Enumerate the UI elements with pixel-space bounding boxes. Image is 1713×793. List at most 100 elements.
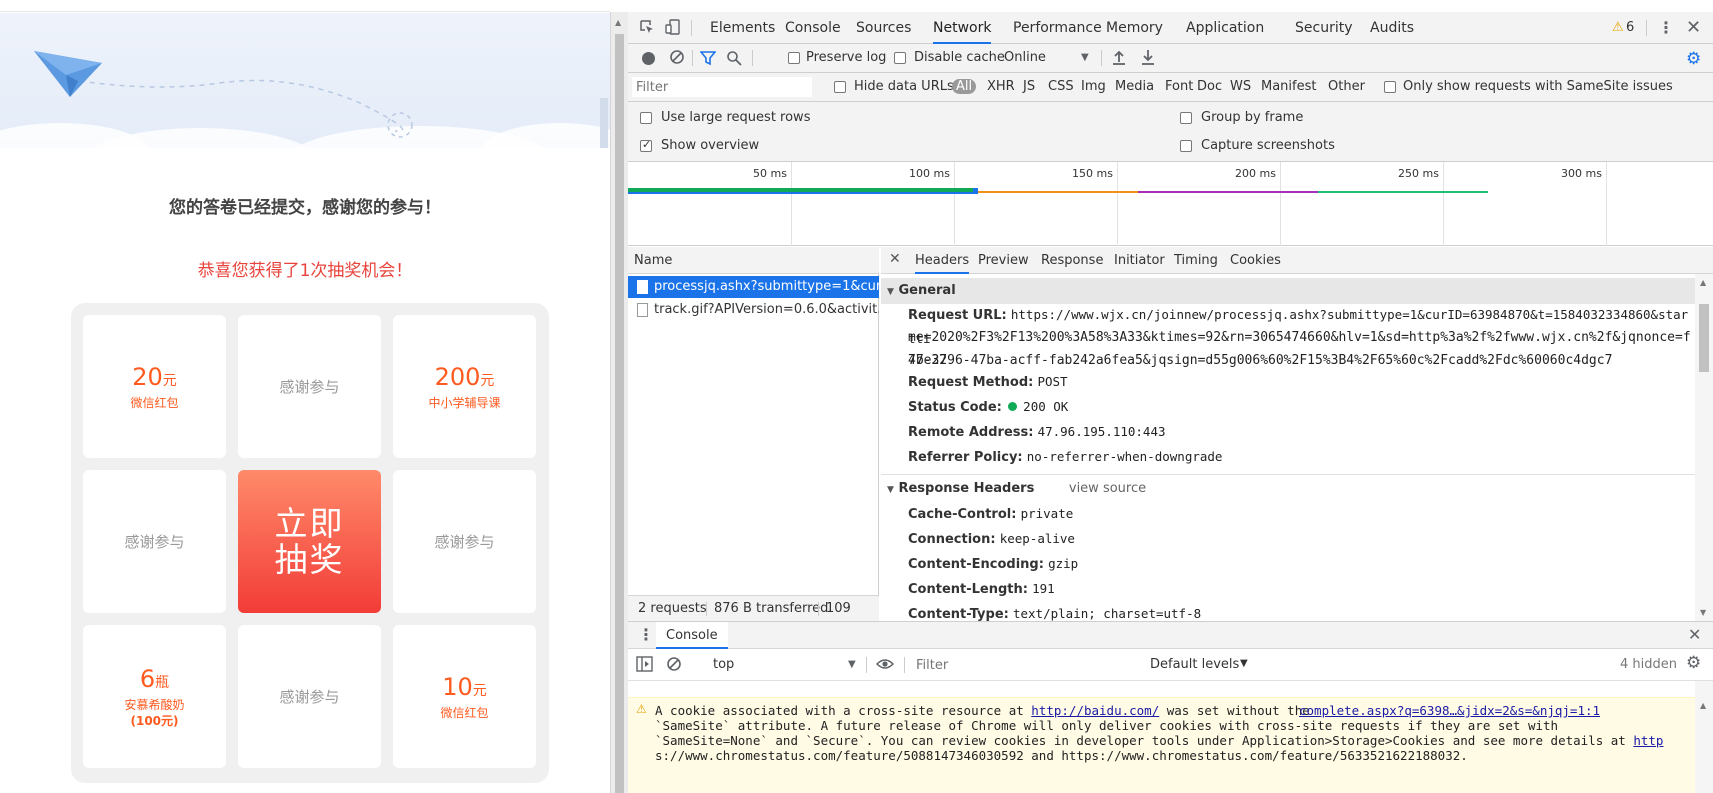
- hide-data-urls-checkbox[interactable]: [834, 81, 846, 93]
- name-column-header[interactable]: Name: [628, 247, 879, 274]
- close-detail-icon[interactable]: ✕: [889, 251, 901, 267]
- filter-icon[interactable]: [700, 50, 716, 66]
- inspect-element-icon[interactable]: [638, 18, 656, 36]
- throttling-select[interactable]: Online: [1004, 50, 1046, 65]
- view-source-link[interactable]: view source: [1069, 481, 1146, 496]
- clear-icon[interactable]: [669, 49, 685, 65]
- samesite-issues-checkbox[interactable]: [1384, 81, 1396, 93]
- hide-data-urls-label[interactable]: Hide data URLs: [854, 79, 954, 94]
- preserve-log-checkbox[interactable]: [788, 52, 800, 64]
- record-icon[interactable]: [642, 52, 655, 65]
- detail-scrollbar[interactable]: ▲ ▼: [1695, 274, 1713, 621]
- samesite-issues-label[interactable]: Only show requests with SameSite issues: [1403, 79, 1673, 94]
- filter-type-manifest[interactable]: Manifest: [1261, 79, 1316, 94]
- log-levels-select[interactable]: Default levels: [1150, 657, 1239, 672]
- tab-application[interactable]: Application: [1186, 12, 1264, 44]
- group-by-frame-checkbox[interactable]: [1180, 112, 1192, 124]
- close-devtools-icon[interactable]: ✕: [1686, 17, 1701, 38]
- filter-type-font[interactable]: Font: [1165, 79, 1193, 94]
- network-settings-gear-icon[interactable]: ⚙: [1686, 49, 1701, 69]
- console-scrollbar[interactable]: ▲: [1695, 681, 1713, 793]
- detail-tab-timing[interactable]: Timing: [1174, 247, 1218, 274]
- filter-type-other[interactable]: Other: [1328, 79, 1365, 94]
- page-scrollbar[interactable]: ▲: [610, 12, 628, 793]
- filter-type-doc[interactable]: Doc: [1197, 79, 1222, 94]
- tab-console[interactable]: Console: [785, 12, 841, 44]
- console-toolbar: top ▼ Default levels ▼ 4 hidden ⚙: [628, 649, 1713, 681]
- filter-input[interactable]: [632, 77, 812, 97]
- show-sidebar-icon[interactable]: [636, 656, 653, 676]
- warning-icon[interactable]: ⚠: [1612, 20, 1624, 35]
- group-by-frame-label[interactable]: Group by frame: [1201, 110, 1303, 125]
- show-overview-label[interactable]: Show overview: [661, 138, 759, 153]
- tab-network[interactable]: Network: [933, 12, 992, 44]
- filter-type-ws[interactable]: WS: [1230, 79, 1251, 94]
- baidu-link[interactable]: http://baidu.com/: [1031, 703, 1159, 718]
- disable-cache-checkbox[interactable]: [894, 52, 906, 64]
- large-rows-label[interactable]: Use large request rows: [661, 110, 810, 125]
- preserve-log-label[interactable]: Preserve log: [806, 50, 886, 65]
- filter-type-media[interactable]: Media: [1115, 79, 1154, 94]
- draw-now-button[interactable]: 立即抽奖: [238, 470, 381, 613]
- drawer-menu-icon[interactable]: ⋮: [638, 625, 654, 644]
- filter-type-js[interactable]: JS: [1023, 79, 1035, 94]
- general-section-header[interactable]: ▼ General: [881, 278, 1695, 304]
- network-overview-timeline[interactable]: 50 ms 100 ms 150 ms 200 ms 250 ms 300 ms: [628, 162, 1713, 246]
- response-header-row: Content-Type: text/plain; charset=utf-8: [908, 601, 1693, 621]
- detail-tab-preview[interactable]: Preview: [978, 247, 1029, 274]
- disable-cache-label[interactable]: Disable cache: [914, 50, 1005, 65]
- clear-console-icon[interactable]: [666, 656, 682, 676]
- show-overview-checkbox[interactable]: [640, 138, 652, 152]
- tab-performance[interactable]: Performance: [1013, 12, 1102, 44]
- chevron-down-icon[interactable]: ▼: [1081, 52, 1089, 63]
- header-name: Cache-Control:: [908, 507, 1017, 522]
- scroll-up-icon[interactable]: ▲: [1700, 278, 1706, 287]
- tab-security[interactable]: Security: [1295, 12, 1353, 44]
- tab-sources[interactable]: Sources: [856, 12, 911, 44]
- detail-tab-response[interactable]: Response: [1041, 247, 1103, 274]
- request-row[interactable]: processjq.ashx?submittype=1&cur...: [628, 276, 879, 298]
- status-ok-dot-icon: [1008, 402, 1018, 411]
- import-har-icon[interactable]: [1112, 49, 1126, 65]
- chevron-down-icon[interactable]: ▼: [848, 659, 856, 670]
- console-settings-gear-icon[interactable]: ⚙: [1686, 653, 1701, 673]
- warning-count[interactable]: 6: [1626, 20, 1634, 35]
- eye-icon[interactable]: [875, 657, 895, 675]
- capture-screenshots-checkbox[interactable]: [1180, 140, 1192, 152]
- capture-screenshots-label[interactable]: Capture screenshots: [1201, 138, 1335, 153]
- detail-scrollbar-thumb[interactable]: [1699, 304, 1709, 372]
- response-headers-section-header[interactable]: ▼ Response Headers view source: [881, 476, 1695, 502]
- filter-type-all[interactable]: All: [952, 79, 977, 94]
- scrollbar-thumb[interactable]: [615, 34, 624, 793]
- more-menu-icon[interactable]: ⋮: [1658, 18, 1674, 37]
- scroll-up-icon[interactable]: ▲: [1700, 701, 1706, 710]
- search-icon[interactable]: [726, 50, 742, 66]
- thanks-text: 感谢参与: [434, 533, 495, 551]
- filter-type-css[interactable]: CSS: [1048, 79, 1074, 94]
- lottery-chance-notice: 恭喜您获得了1次抽奖机会！: [197, 261, 413, 281]
- response-header-row: Cache-Control: private: [908, 501, 1693, 527]
- warning-source-link[interactable]: complete.aspx?q=6398…&jidx=2&s=&njqj=1:1: [1299, 703, 1600, 718]
- tab-memory[interactable]: Memory: [1106, 12, 1163, 44]
- large-rows-checkbox[interactable]: [640, 112, 652, 124]
- page-top-strip: [0, 0, 610, 12]
- scroll-down-icon[interactable]: ▼: [1700, 608, 1706, 617]
- chevron-down-icon[interactable]: ▼: [1240, 658, 1248, 669]
- device-toolbar-icon[interactable]: [664, 18, 682, 36]
- console-drawer-tab[interactable]: Console: [656, 622, 728, 649]
- filter-type-xhr[interactable]: XHR: [987, 79, 1015, 94]
- detail-tab-headers[interactable]: Headers: [915, 247, 970, 274]
- scroll-up-icon[interactable]: ▲: [615, 18, 621, 27]
- context-select[interactable]: top: [713, 657, 734, 672]
- console-filter-input[interactable]: [912, 655, 1112, 675]
- chromestatus-link[interactable]: http: [1633, 733, 1663, 748]
- close-drawer-icon[interactable]: ✕: [1688, 625, 1701, 644]
- request-method-row: Request Method: POST: [908, 374, 1068, 390]
- tab-audits[interactable]: Audits: [1370, 12, 1414, 44]
- filter-type-img[interactable]: Img: [1081, 79, 1106, 94]
- detail-tab-initiator[interactable]: Initiator: [1114, 247, 1165, 274]
- detail-tab-cookies[interactable]: Cookies: [1230, 247, 1281, 274]
- export-har-icon[interactable]: [1141, 49, 1155, 65]
- tab-elements[interactable]: Elements: [710, 12, 775, 44]
- request-row[interactable]: track.gif?APIVersion=0.6.0&activit...: [628, 299, 879, 321]
